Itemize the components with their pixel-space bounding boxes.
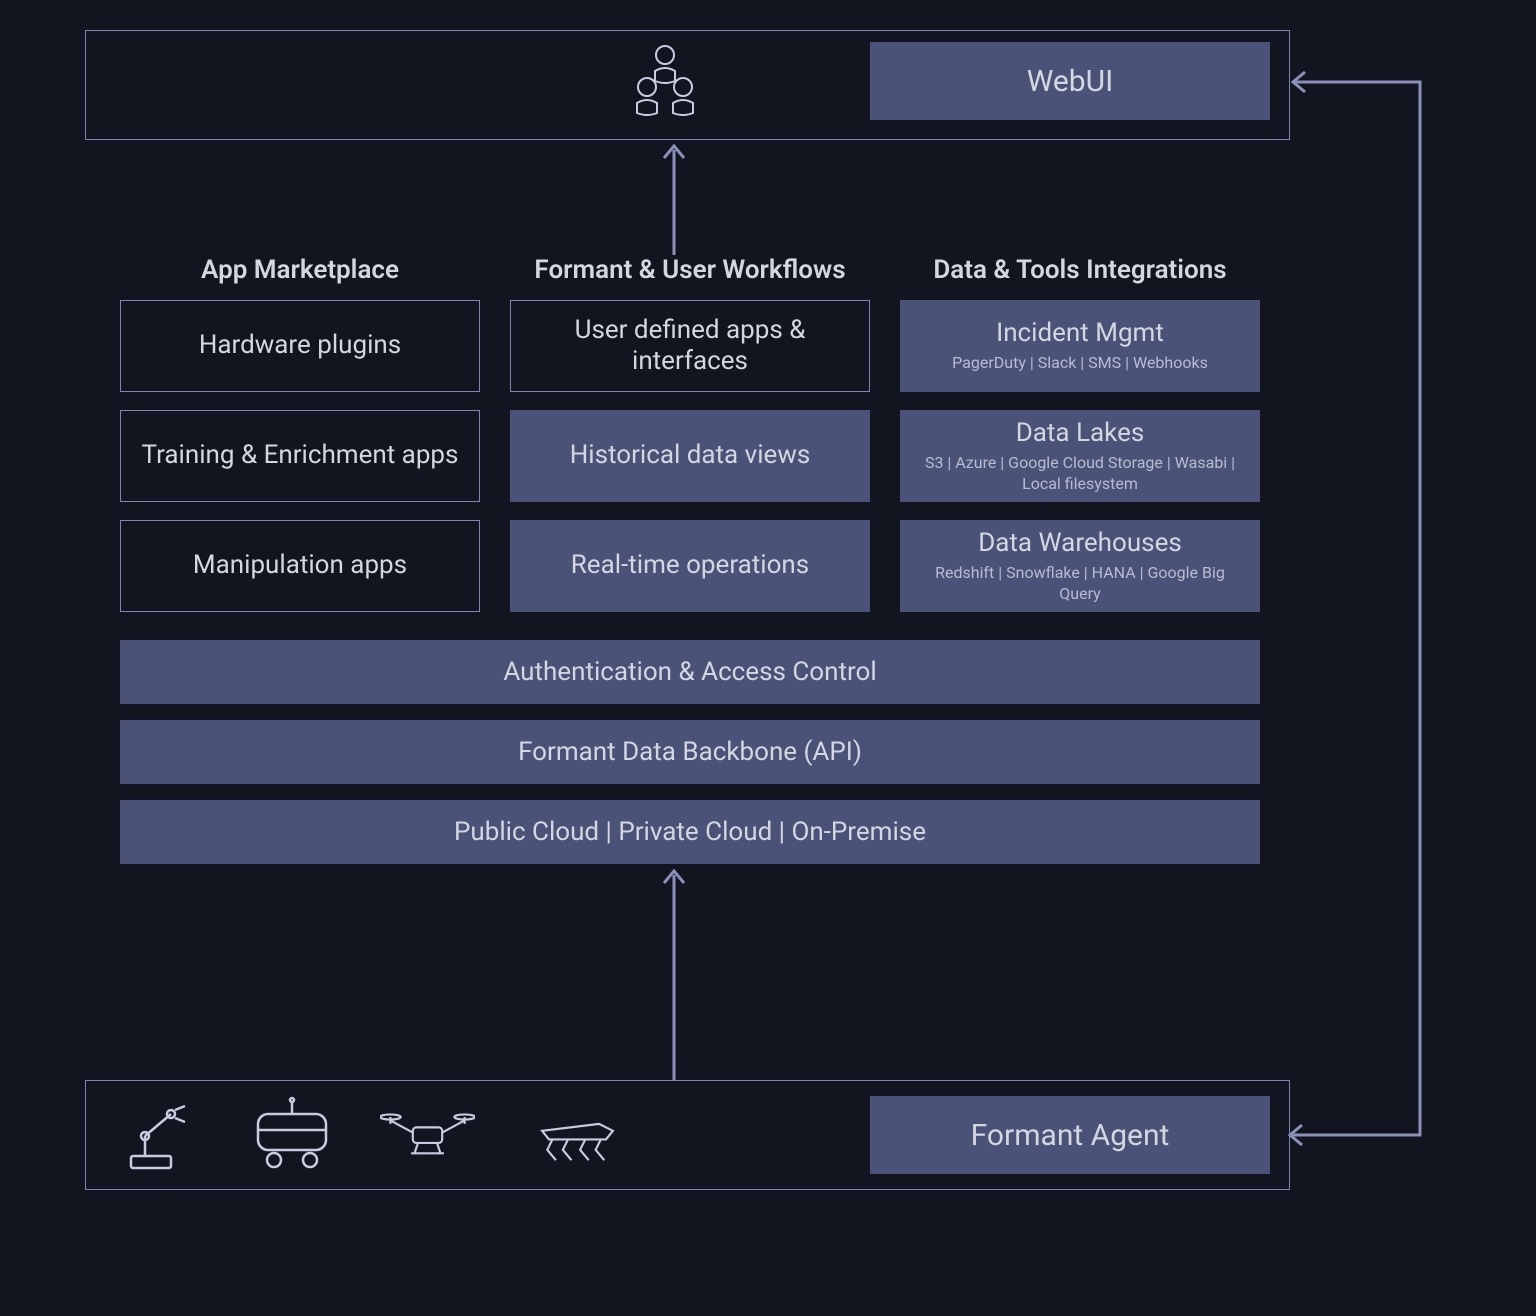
bar-backbone: Formant Data Backbone (API) [120, 720, 1260, 784]
box-subtitle: PagerDuty | Slack | SMS | Webhooks [952, 353, 1208, 374]
box-title: Real-time operations [571, 550, 809, 581]
bar-label: Formant Data Backbone (API) [518, 737, 862, 767]
box-title: Data Warehouses [978, 528, 1182, 559]
architecture-diagram: WebUI App Marketplace Formant & User Wor… [0, 0, 1536, 1316]
bar-label: Authentication & Access Control [503, 657, 876, 687]
box-title: Data Lakes [1016, 418, 1145, 449]
users-icon [620, 36, 710, 126]
box-data-lakes: Data Lakes S3 | Azure | Google Cloud Sto… [900, 410, 1260, 502]
box-training-apps: Training & Enrichment apps [120, 410, 480, 502]
box-title: Training & Enrichment apps [142, 440, 459, 471]
delivery-robot-icon [245, 1088, 340, 1183]
box-subtitle: S3 | Azure | Google Cloud Storage | Wasa… [918, 453, 1242, 495]
bar-auth: Authentication & Access Control [120, 640, 1260, 704]
box-title: Incident Mgmt [996, 318, 1164, 349]
webui-box: WebUI [870, 42, 1270, 120]
agent-label: Formant Agent [971, 1118, 1170, 1153]
arrow-up-top [654, 140, 694, 255]
box-title: Historical data views [570, 440, 811, 471]
box-title: Hardware plugins [199, 330, 401, 361]
arrow-up-bottom [654, 865, 694, 1080]
robot-arm-icon [115, 1088, 210, 1183]
box-manipulation-apps: Manipulation apps [120, 520, 480, 612]
quadruped-robot-icon [530, 1088, 625, 1183]
box-hardware-plugins: Hardware plugins [120, 300, 480, 392]
box-user-defined-apps: User defined apps & interfaces [510, 300, 870, 392]
box-realtime-ops: Real-time operations [510, 520, 870, 612]
webui-label: WebUI [1027, 64, 1114, 99]
box-incident-mgmt: Incident Mgmt PagerDuty | Slack | SMS | … [900, 300, 1260, 392]
bar-label: Public Cloud | Private Cloud | On-Premis… [454, 817, 926, 847]
bar-deploy: Public Cloud | Private Cloud | On-Premis… [120, 800, 1260, 864]
agent-box: Formant Agent [870, 1096, 1270, 1174]
box-historical-data: Historical data views [510, 410, 870, 502]
box-title: User defined apps & interfaces [529, 315, 851, 377]
drone-icon [380, 1088, 475, 1183]
col-heading-workflows: Formant & User Workflows [510, 255, 870, 285]
col-heading-marketplace: App Marketplace [120, 255, 480, 285]
box-subtitle: Redshift | Snowflake | HANA | Google Big… [918, 563, 1242, 605]
box-data-warehouses: Data Warehouses Redshift | Snowflake | H… [900, 520, 1260, 612]
box-title: Manipulation apps [193, 550, 407, 581]
col-heading-integrations: Data & Tools Integrations [900, 255, 1260, 285]
